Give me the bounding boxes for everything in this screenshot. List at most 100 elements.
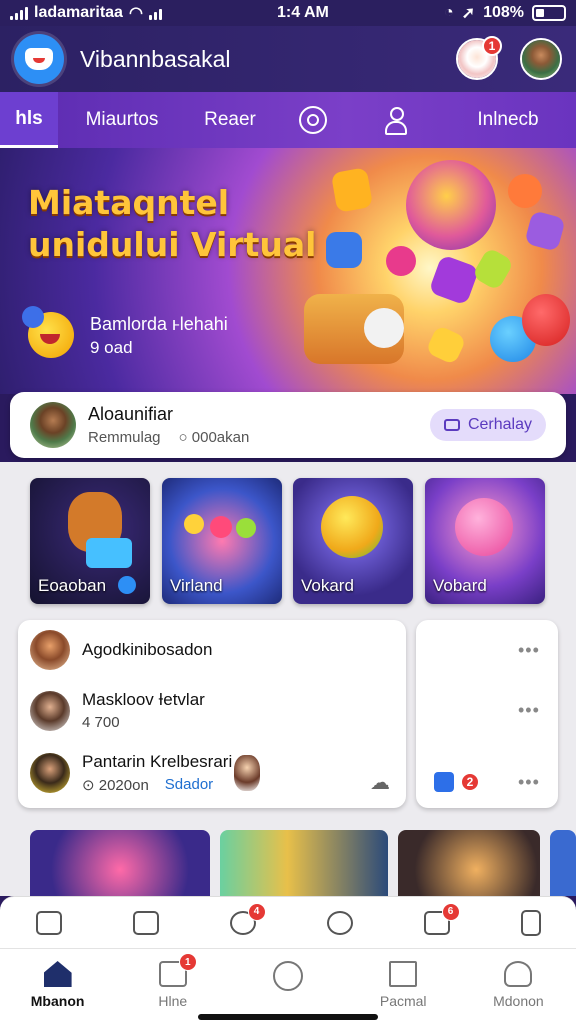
home-outline-icon[interactable]	[35, 910, 62, 935]
nav-item-center[interactable]	[230, 949, 345, 1024]
tab-reaer[interactable]: Reaer	[186, 92, 274, 148]
thumbnail[interactable]	[220, 830, 388, 896]
tile-label: Vobard	[433, 576, 487, 595]
gem-decoration	[330, 167, 374, 213]
send-badge: 4	[247, 902, 266, 921]
tab-inlnecb[interactable]: Inlnecb	[440, 92, 576, 148]
notification-avatar[interactable]: 1	[456, 36, 502, 80]
carrier-label: ladamaritaa	[34, 4, 123, 21]
tile-art	[184, 514, 204, 534]
nav-item-profile[interactable]: Mdonon	[461, 949, 576, 1024]
gem-decoration	[386, 246, 416, 276]
avatar	[30, 690, 70, 731]
gem-decoration	[508, 174, 542, 208]
nav-badge: 1	[178, 953, 197, 971]
more-icon[interactable]: •••	[518, 640, 540, 661]
nav-label: Mdonon	[493, 993, 544, 1009]
profile-views: ○ 000akan	[178, 429, 250, 446]
box-icon: 1	[158, 953, 197, 987]
tab-target[interactable]	[274, 92, 352, 148]
avatar	[30, 753, 70, 793]
avatar	[30, 630, 70, 670]
tile-label: Vokard	[301, 576, 354, 595]
user-icon	[383, 107, 409, 135]
thumbnail[interactable]	[398, 830, 540, 896]
profile-role: Remmulag	[88, 429, 161, 446]
thumbnail[interactable]	[30, 830, 210, 896]
compass-icon[interactable]	[326, 910, 353, 935]
clock: 1:4 AM	[277, 4, 329, 21]
profile-avatar[interactable]	[520, 38, 562, 80]
list-item[interactable]: Agodkinibosadon	[30, 630, 212, 670]
profile-name: Aloaunifiar	[88, 404, 174, 424]
signal-icon-2	[148, 6, 162, 20]
tab-bar: hls Miaurtos Reaer Inlnecb	[0, 92, 576, 148]
gem-decoration	[428, 254, 480, 306]
game-tile[interactable]: Virland	[162, 478, 282, 604]
home-indicator	[198, 1014, 378, 1020]
person-icon	[504, 961, 533, 987]
nav-label: Mbanon	[30, 993, 85, 1009]
signal-icon	[10, 6, 28, 20]
wifi-icon: ◠	[128, 5, 143, 22]
chat-badge: 6	[441, 902, 460, 921]
chat-icon	[443, 419, 460, 431]
tab-miaurtos[interactable]: Miaurtos	[58, 92, 186, 148]
tablet-icon[interactable]	[520, 909, 541, 936]
avatar	[234, 755, 261, 791]
list-item-meta-2: Sdador	[164, 776, 214, 793]
list-item-meta: 4 700	[82, 714, 120, 731]
profile-action-button[interactable]: Cerhalay	[429, 409, 546, 441]
map-icon	[389, 961, 418, 987]
alarm-icon: ◔	[443, 4, 454, 21]
send-icon[interactable]: 4	[229, 902, 266, 935]
app-title: Vibannbasakal	[80, 45, 231, 72]
hero-subtitle-2: 9 oad	[90, 338, 133, 357]
verified-icon	[118, 576, 136, 594]
tab-profile[interactable]	[352, 92, 440, 148]
status-bar: ladamaritaa ◠ 1:4 AM ◔ ➚ 108%	[0, 0, 576, 26]
list-item[interactable]: Maskloov Ɨetvlar 4 700	[30, 690, 205, 731]
activity-list-card: Agodkinibosadon Maskloov Ɨetvlar 4 700 P…	[18, 620, 406, 808]
content-area: Eoaoban Virland Vokard Vobard Agodkinibo…	[0, 462, 576, 896]
thumbnail[interactable]	[550, 830, 576, 896]
gem-decoration	[326, 232, 362, 268]
nav-item-home[interactable]: Mbanon	[0, 949, 115, 1024]
battery-icon	[531, 5, 566, 21]
app-logo-icon[interactable]	[14, 34, 64, 84]
hero-banner[interactable]: Miataqntel unidului Virtual Bamlorda ⱶleh…	[0, 148, 576, 394]
list-item[interactable]: Pantarin Krelbesrari ⊙ 2020on Sdador	[30, 752, 261, 794]
list-item-meta: ⊙ 2020on	[82, 777, 149, 794]
tile-label: Virland	[170, 576, 223, 595]
nav-item-pacmal[interactable]: Pacmal	[346, 949, 461, 1024]
tile-art	[236, 518, 256, 538]
gem-decoration	[524, 210, 566, 252]
chat-bubble-icon[interactable]: 6	[423, 902, 460, 935]
profile-card[interactable]: Aloaunifiar Remmulag ○ 000akan Cerhalay	[10, 392, 566, 458]
profile-action-label: Cerhalay	[467, 416, 532, 433]
bottom-nav: Mbanon 1 Hlne Pacmal Mdonon	[0, 948, 576, 1024]
list-item-name: Pantarin Krelbesrari	[82, 752, 233, 771]
gem-decoration	[406, 160, 496, 250]
tab-home[interactable]: hls	[0, 92, 58, 148]
game-tile[interactable]: Vokard	[293, 478, 413, 604]
notification-badge: 1	[482, 36, 502, 56]
gem-decoration	[364, 308, 404, 348]
more-icon[interactable]: •••	[518, 772, 540, 793]
side-badge: 2	[460, 772, 480, 792]
tile-art	[321, 496, 383, 558]
more-icon[interactable]: •••	[518, 700, 540, 721]
game-tile[interactable]: Vobard	[425, 478, 545, 604]
gem-decoration	[522, 294, 570, 346]
game-tile[interactable]: Eoaoban	[30, 478, 150, 604]
hero-subtitle: Bamlorda ⱶlehahi	[90, 314, 228, 334]
nav-item-hlne[interactable]: 1 Hlne	[115, 949, 230, 1024]
location-icon: ➚	[461, 5, 476, 22]
app-icon	[434, 772, 454, 792]
tile-art	[86, 538, 132, 568]
share-icon[interactable]: ☁	[370, 770, 390, 795]
tile-art	[455, 498, 513, 556]
tile-label: Eoaoban	[38, 576, 107, 595]
document-icon[interactable]	[132, 910, 159, 935]
info-circle-icon	[273, 961, 303, 991]
